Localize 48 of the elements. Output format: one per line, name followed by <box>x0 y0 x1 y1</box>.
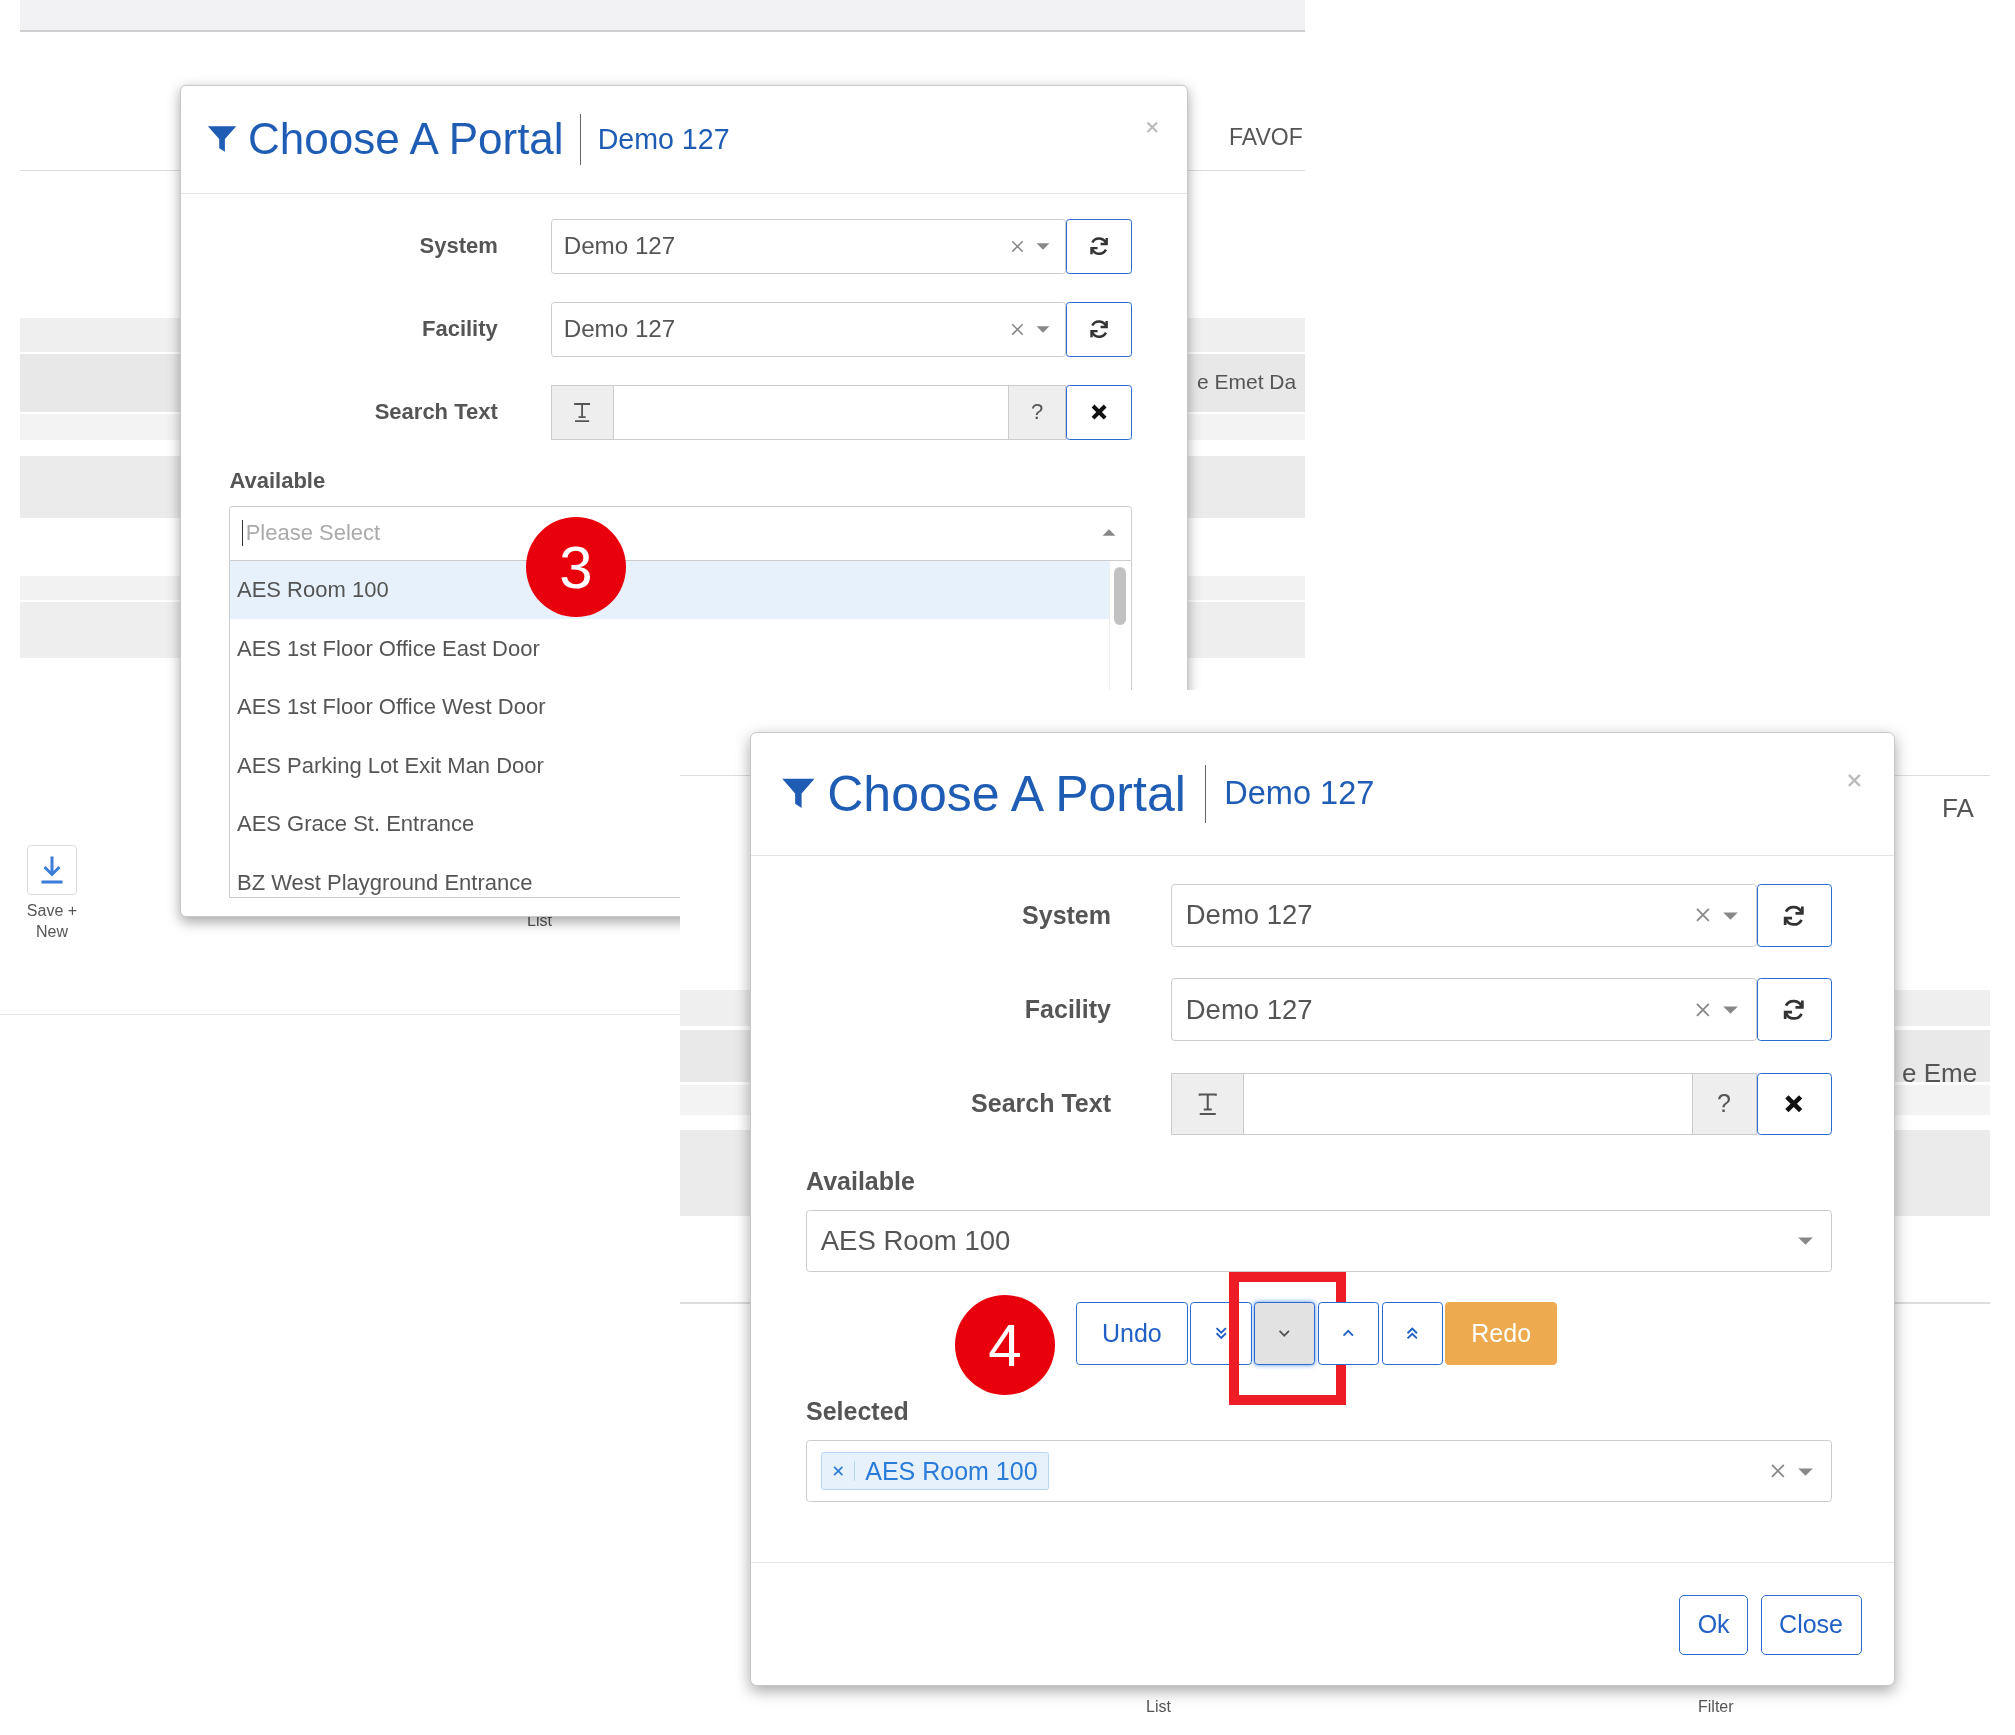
dialog-subtitle: Demo 127 <box>597 122 730 156</box>
dialog-title: Choose A Portal <box>827 764 1186 823</box>
field-label: Facility <box>1023 995 1111 1024</box>
refresh-button[interactable] <box>1065 301 1132 357</box>
dropdown-option[interactable]: AES 1st Floor Office East Door <box>230 619 1109 678</box>
background-text: e Emet Da <box>1197 370 1297 394</box>
background-text: List <box>1146 1698 1171 1716</box>
download-icon <box>27 845 77 895</box>
field-label: Search Text <box>373 399 498 426</box>
scrollbar-thumb[interactable] <box>1114 567 1127 625</box>
dialog-button[interactable]: Close <box>1760 1594 1862 1655</box>
field-label: System <box>1021 900 1111 930</box>
field-label: System <box>418 233 498 260</box>
save-new-button[interactable]: Save + New <box>20 845 84 943</box>
background-text: FAVOF <box>1229 124 1303 151</box>
select-field[interactable]: Demo 127 <box>550 301 1066 357</box>
move-down-button[interactable] <box>1254 1302 1316 1365</box>
search-field[interactable] <box>1243 1072 1692 1135</box>
refresh-button[interactable] <box>1756 884 1832 947</box>
select-field[interactable]: Demo 127 <box>1171 884 1757 947</box>
field-label: Facility <box>420 316 498 343</box>
background-text: Filter <box>1698 1698 1734 1716</box>
select-field[interactable]: AES Room 100 <box>806 1209 1832 1272</box>
select-field[interactable]: AES Room 100 <box>806 1439 1832 1503</box>
step-badge: 3 <box>526 517 626 617</box>
background-text: e Eme <box>1902 1058 1978 1089</box>
tag-label: AES Room 100 <box>864 1456 1039 1486</box>
background-text: FA <box>1942 793 1974 824</box>
search-field[interactable] <box>614 384 1009 440</box>
section-label: Available <box>806 1166 916 1196</box>
section-label: Available <box>229 467 327 494</box>
help-addon[interactable]: ? <box>1008 384 1066 440</box>
move-top-button[interactable] <box>1381 1302 1443 1365</box>
clear-button[interactable] <box>1756 1072 1832 1135</box>
undo-button[interactable]: Undo <box>1076 1302 1188 1365</box>
section-label: Selected <box>806 1397 910 1426</box>
step-badge: 4 <box>955 1295 1055 1395</box>
help-addon[interactable]: ? <box>1691 1072 1757 1135</box>
move-up-button[interactable] <box>1317 1302 1379 1365</box>
refresh-button[interactable] <box>1756 978 1832 1041</box>
dialog-title: Choose A Portal <box>248 114 564 165</box>
field-label: Search Text <box>970 1089 1111 1119</box>
refresh-button[interactable] <box>1065 218 1132 274</box>
clear-button[interactable] <box>1065 384 1132 440</box>
select-field[interactable]: Demo 127 <box>550 218 1066 274</box>
dialog-button[interactable]: Ok <box>1679 1594 1749 1655</box>
dialog-subtitle: Demo 127 <box>1224 775 1375 813</box>
select-field[interactable]: Demo 127 <box>1171 978 1757 1041</box>
